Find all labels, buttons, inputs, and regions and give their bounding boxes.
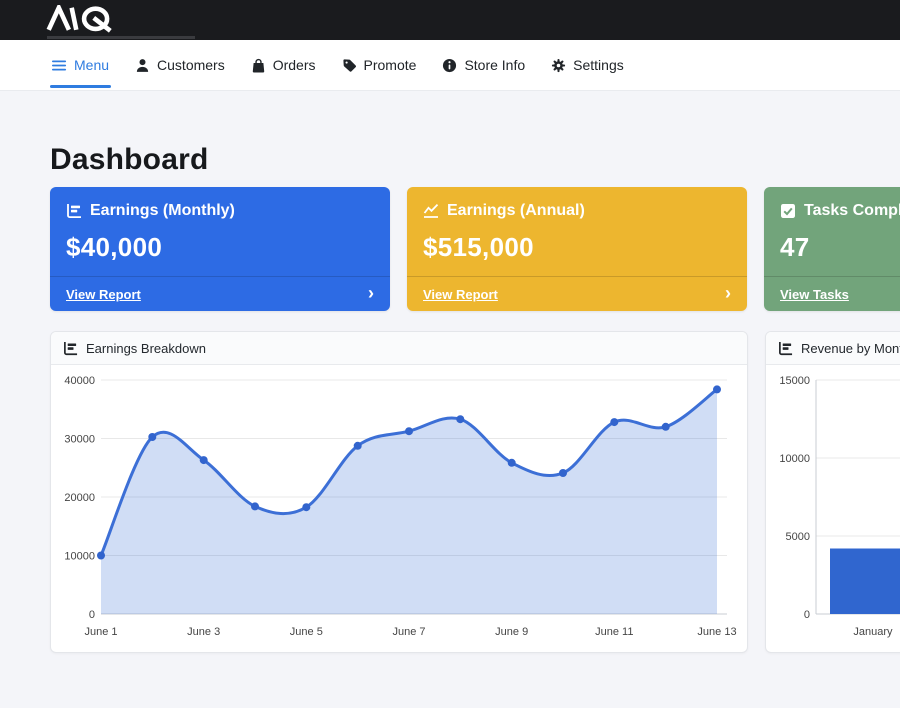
- stat-card-footer: View Report ›: [50, 276, 390, 311]
- svg-text:June 11: June 11: [595, 626, 633, 638]
- view-report-link[interactable]: View Report: [423, 287, 498, 302]
- stat-card-value: $515,000: [423, 232, 731, 263]
- svg-text:0: 0: [804, 609, 810, 621]
- stat-card-value: 47: [780, 232, 900, 263]
- svg-text:30000: 30000: [64, 434, 95, 446]
- nav-item-label: Orders: [273, 57, 316, 73]
- nav-item-label: Store Info: [464, 57, 525, 73]
- info-icon: [442, 58, 457, 73]
- brand-logo[interactable]: [45, 5, 137, 35]
- svg-text:June 9: June 9: [495, 626, 528, 638]
- stat-card-title: Earnings (Monthly): [90, 202, 235, 220]
- line-chart-icon: [423, 203, 439, 219]
- logo-underline: [47, 36, 195, 39]
- svg-text:June 13: June 13: [697, 626, 736, 638]
- nav-item-settings[interactable]: Settings: [551, 40, 624, 90]
- stat-card-body: Earnings (Annual) $515,000: [407, 187, 747, 276]
- svg-text:June 5: June 5: [290, 626, 323, 638]
- revenue-by-month-card: Revenue by Month 0 5000 10000 15000 January: [765, 331, 900, 653]
- svg-text:20000: 20000: [64, 492, 95, 504]
- brand-logo-icon: [45, 5, 137, 33]
- page: Menu Customers Orders Promote: [0, 0, 900, 708]
- view-report-link[interactable]: View Report: [66, 287, 141, 302]
- bar-chart-icon: [66, 203, 82, 219]
- person-icon: [135, 58, 150, 73]
- stat-card-footer: View Tasks ›: [764, 276, 900, 311]
- nav-item-label: Menu: [74, 57, 109, 73]
- chart-card-header: Revenue by Month: [766, 332, 900, 365]
- page-title: Dashboard: [50, 91, 900, 177]
- svg-text:0: 0: [89, 609, 95, 621]
- nav-item-menu[interactable]: Menu: [52, 40, 109, 90]
- stat-card-body: Tasks Completed 47: [764, 187, 900, 276]
- chevron-right-icon: ›: [368, 284, 374, 302]
- svg-text:June 3: June 3: [187, 626, 220, 638]
- chart-title: Revenue by Month: [801, 341, 900, 356]
- gear-icon: [551, 58, 566, 73]
- stat-card-title: Earnings (Annual): [447, 202, 585, 220]
- stat-card-title-row: Earnings (Monthly): [66, 202, 374, 220]
- nav-item-label: Promote: [364, 57, 417, 73]
- svg-text:10000: 10000: [64, 551, 95, 563]
- check-square-icon: [780, 203, 796, 219]
- view-tasks-link[interactable]: View Tasks: [780, 287, 849, 302]
- navbar: Menu Customers Orders Promote: [0, 40, 900, 91]
- hamburger-icon: [52, 58, 67, 73]
- stat-card-title-row: Earnings (Annual): [423, 202, 731, 220]
- nav-item-promote[interactable]: Promote: [342, 40, 417, 90]
- stat-card-earnings-monthly: Earnings (Monthly) $40,000 View Report ›: [50, 187, 390, 311]
- chevron-right-icon: ›: [725, 284, 731, 302]
- svg-text:June 1: June 1: [84, 626, 117, 638]
- chart-title: Earnings Breakdown: [86, 341, 206, 356]
- svg-text:5000: 5000: [786, 531, 810, 543]
- revenue-by-month-chart: 0 5000 10000 15000 January: [766, 365, 900, 653]
- stat-cards-row: Earnings (Monthly) $40,000 View Report ›: [50, 187, 900, 311]
- stat-card-value: $40,000: [66, 232, 374, 263]
- bar-chart-icon: [778, 341, 793, 356]
- stat-card-body: Earnings (Monthly) $40,000: [50, 187, 390, 276]
- nav-item-label: Settings: [573, 57, 624, 73]
- stat-card-title: Tasks Completed: [804, 202, 900, 220]
- nav-item-customers[interactable]: Customers: [135, 40, 225, 90]
- bar-chart-icon: [63, 341, 78, 356]
- chart-card-header: Earnings Breakdown: [51, 332, 747, 365]
- stat-card-title-row: Tasks Completed: [780, 202, 900, 220]
- tag-icon: [342, 58, 357, 73]
- svg-text:40000: 40000: [64, 375, 95, 387]
- stat-card-tasks-completed: Tasks Completed 47 View Tasks ›: [764, 187, 900, 311]
- stat-card-footer: View Report ›: [407, 276, 747, 311]
- main-content: Dashboard Earnings (Monthly) $40,000: [0, 91, 900, 653]
- nav-item-label: Customers: [157, 57, 225, 73]
- charts-row: Earnings Breakdown 0 10000 20000 30000 40000…: [50, 331, 900, 653]
- stat-card-earnings-annual: Earnings (Annual) $515,000 View Report ›: [407, 187, 747, 311]
- svg-text:June 7: June 7: [392, 626, 425, 638]
- svg-text:January: January: [853, 626, 893, 638]
- bag-icon: [251, 58, 266, 73]
- topbar: [0, 0, 900, 40]
- earnings-breakdown-chart: 0 10000 20000 30000 40000 June 1 June 3 June 5 J…: [51, 365, 747, 653]
- nav-item-orders[interactable]: Orders: [251, 40, 316, 90]
- svg-text:10000: 10000: [779, 453, 810, 465]
- svg-text:15000: 15000: [779, 375, 810, 387]
- earnings-breakdown-card: Earnings Breakdown 0 10000 20000 30000 40000…: [50, 331, 748, 653]
- nav-item-store-info[interactable]: Store Info: [442, 40, 525, 90]
